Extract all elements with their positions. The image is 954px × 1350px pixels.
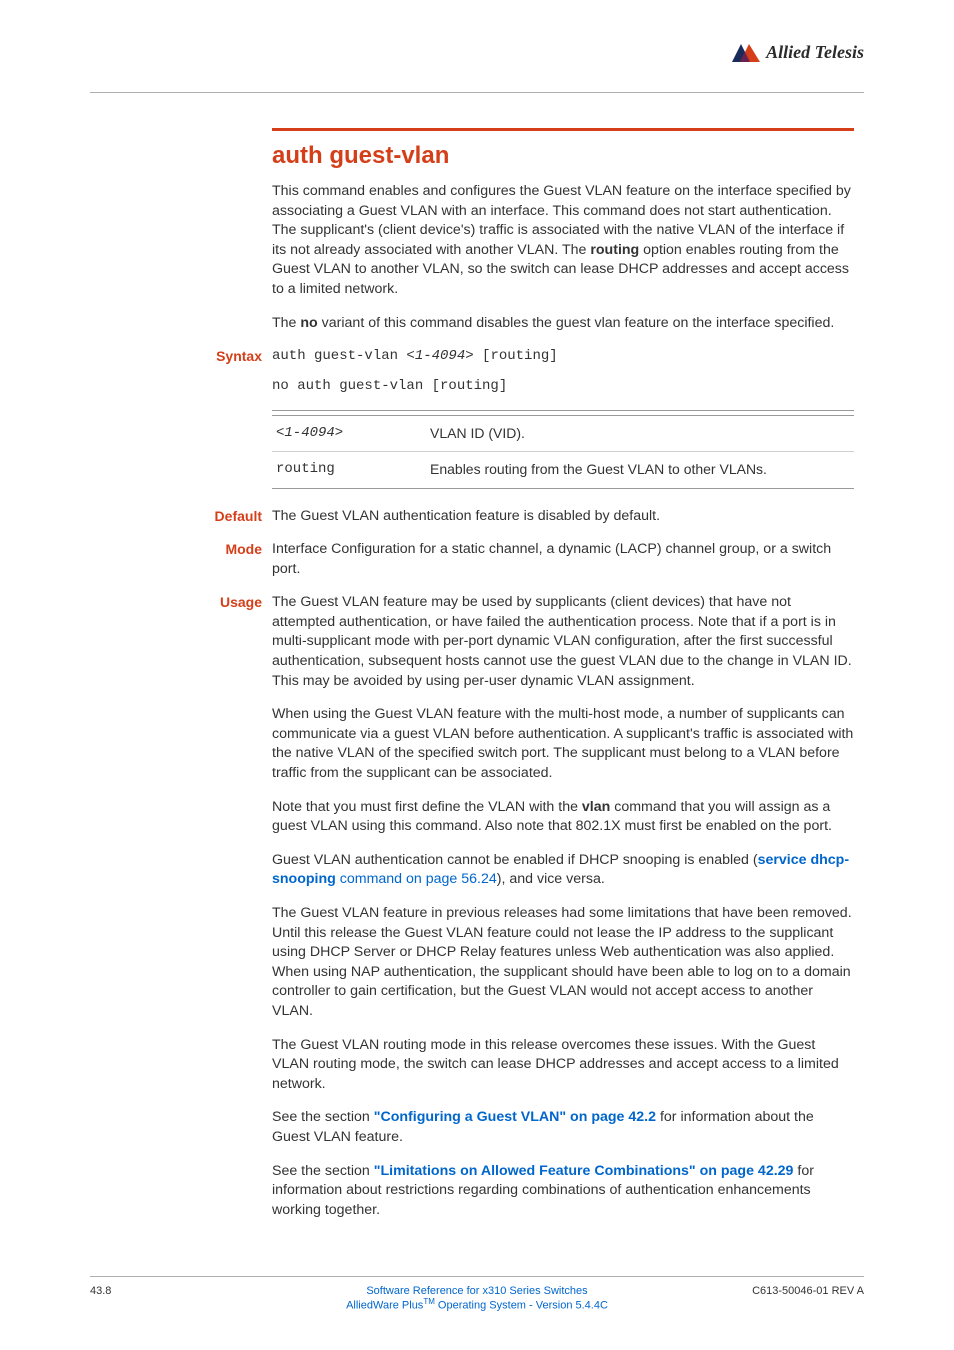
syntax-line-1: auth guest-vlan <1-4094> [routing]: [272, 347, 854, 366]
syntax-line-2: no auth guest-vlan [routing]: [272, 377, 854, 396]
intro-p2-bold: no: [300, 315, 317, 331]
footer-center2-b: Operating System - Version 5.4.4C: [435, 1300, 608, 1312]
param-desc: Enables routing from the Guest VLAN to o…: [426, 452, 854, 488]
usage-p3-a: Note that you must first define the VLAN…: [272, 799, 582, 815]
intro-paragraph-2: The no variant of this command disables …: [272, 314, 854, 334]
usage-p4-a: Guest VLAN authentication cannot be enab…: [272, 852, 758, 868]
parameter-table: <1-4094> VLAN ID (VID). routing Enables …: [272, 410, 854, 489]
top-divider: [90, 92, 864, 93]
param-name: <1-4094>: [272, 415, 426, 451]
mode-block: Mode Interface Configuration for a stati…: [272, 540, 854, 579]
usage-p3-bold: vlan: [582, 799, 610, 815]
usage-p8: See the section "Limitations on Allowed …: [272, 1162, 854, 1221]
intro-paragraph-1: This command enables and configures the …: [272, 182, 854, 300]
footer-center-line2: AlliedWare PlusTM Operating System - Ver…: [210, 1297, 744, 1312]
syntax-label: Syntax: [122, 347, 262, 367]
table-row: routing Enables routing from the Guest V…: [272, 452, 854, 488]
footer-center-line1: Software Reference for x310 Series Switc…: [210, 1285, 744, 1297]
syntax-line1-a: auth guest-vlan <: [272, 348, 415, 364]
intro-p2-text-a: The: [272, 315, 300, 331]
brand-mark-icon: [732, 44, 760, 62]
mode-label: Mode: [122, 540, 262, 560]
brand-logo: Allied Telesis: [732, 42, 864, 63]
mode-text: Interface Configuration for a static cha…: [272, 540, 854, 579]
usage-p7: See the section "Configuring a Guest VLA…: [272, 1108, 854, 1147]
usage-p1: The Guest VLAN feature may be used by su…: [272, 593, 854, 691]
limitations-link[interactable]: "Limitations on Allowed Feature Combinat…: [374, 1163, 794, 1179]
usage-p7-a: See the section: [272, 1109, 374, 1125]
param-desc: VLAN ID (VID).: [426, 415, 854, 451]
usage-p5: The Guest VLAN feature in previous relea…: [272, 904, 854, 1022]
usage-p4: Guest VLAN authentication cannot be enab…: [272, 851, 854, 890]
intro-p1-bold: routing: [590, 242, 639, 258]
service-dhcp-snooping-page-link[interactable]: command on page 56.24: [336, 871, 497, 887]
default-block: Default The Guest VLAN authentication fe…: [272, 507, 854, 527]
syntax-block: Syntax auth guest-vlan <1-4094> [routing…: [272, 347, 854, 396]
syntax-line1-b: > [routing]: [465, 348, 557, 364]
usage-block: Usage The Guest VLAN feature may be used…: [272, 593, 854, 1220]
usage-p4-b: ), and vice versa.: [497, 871, 605, 887]
usage-label: Usage: [122, 593, 262, 613]
footer-tm: TM: [423, 1297, 435, 1306]
usage-p2: When using the Guest VLAN feature with t…: [272, 705, 854, 783]
command-title: auth guest-vlan: [272, 139, 854, 172]
brand-name: Allied Telesis: [766, 42, 864, 63]
param-name: routing: [272, 452, 426, 488]
footer-center2-a: AlliedWare Plus: [346, 1300, 423, 1312]
configuring-guest-vlan-link[interactable]: "Configuring a Guest VLAN" on page 42.2: [374, 1109, 656, 1125]
table-row: <1-4094> VLAN ID (VID).: [272, 415, 854, 451]
usage-p6: The Guest VLAN routing mode in this rele…: [272, 1036, 854, 1095]
title-rule: [272, 128, 854, 131]
syntax-line1-param: 1-4094: [415, 348, 465, 364]
footer-page-number: 43.8: [90, 1285, 210, 1297]
intro-p2-text-b: variant of this command disables the gue…: [318, 315, 835, 331]
footer-doc-id: C613-50046-01 REV A: [744, 1285, 864, 1297]
page-footer: 43.8 Software Reference for x310 Series …: [90, 1276, 864, 1312]
default-text: The Guest VLAN authentication feature is…: [272, 507, 854, 527]
usage-p8-a: See the section: [272, 1163, 374, 1179]
default-label: Default: [122, 507, 262, 527]
usage-p3: Note that you must first define the VLAN…: [272, 798, 854, 837]
